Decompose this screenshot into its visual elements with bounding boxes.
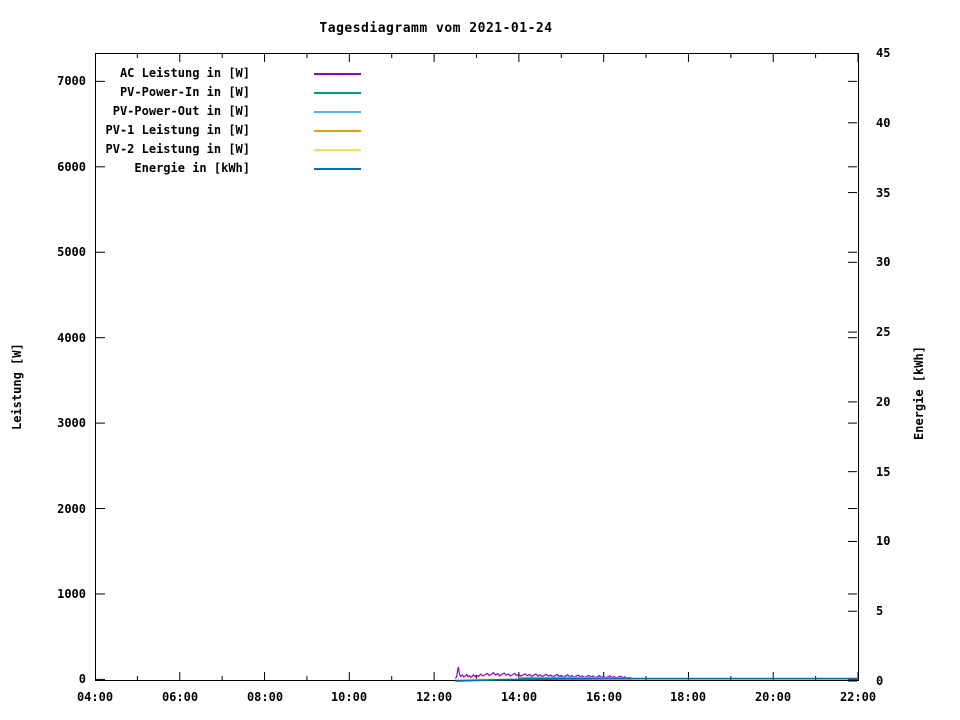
y-right-tick-45: 45 bbox=[876, 46, 920, 60]
y-right-tick-15: 15 bbox=[876, 465, 920, 479]
y-left-tick-1000: 1000 bbox=[24, 587, 86, 601]
x-tick-04:00: 04:00 bbox=[63, 690, 127, 704]
y-axis-right-label: Energie [kWh] bbox=[912, 346, 926, 440]
x-tick-22:00: 22:00 bbox=[826, 690, 890, 704]
x-tick-20:00: 20:00 bbox=[741, 690, 805, 704]
legend-label-4: PV-2 Leistung in [W] bbox=[95, 140, 250, 159]
legend-line-sample-2 bbox=[314, 111, 361, 113]
y-left-tick-6000: 6000 bbox=[24, 160, 86, 174]
x-tick-08:00: 08:00 bbox=[233, 690, 297, 704]
x-tick-14:00: 14:00 bbox=[487, 690, 551, 704]
legend-row-5: Energie in [kWh] bbox=[95, 159, 375, 178]
y-left-tick-2000: 2000 bbox=[24, 502, 86, 516]
y-right-tick-10: 10 bbox=[876, 534, 920, 548]
legend-line-sample-3 bbox=[314, 130, 361, 132]
legend-row-4: PV-2 Leistung in [W] bbox=[95, 140, 375, 159]
y-left-tick-0: 0 bbox=[24, 672, 86, 686]
y-right-tick-0: 0 bbox=[876, 674, 920, 688]
y-right-tick-25: 25 bbox=[876, 325, 920, 339]
chart-title: Tagesdiagramm vom 2021-01-24 bbox=[16, 21, 856, 36]
y-left-tick-5000: 5000 bbox=[24, 245, 86, 259]
legend-line-sample-4 bbox=[314, 149, 361, 151]
x-tick-16:00: 16:00 bbox=[572, 690, 636, 704]
y-right-tick-30: 30 bbox=[876, 255, 920, 269]
y-right-tick-5: 5 bbox=[876, 604, 920, 618]
legend-label-2: PV-Power-Out in [W] bbox=[95, 102, 250, 121]
legend: AC Leistung in [W]PV-Power-In in [W]PV-P… bbox=[95, 64, 375, 178]
y-left-tick-3000: 3000 bbox=[24, 416, 86, 430]
y-left-tick-7000: 7000 bbox=[24, 74, 86, 88]
legend-row-0: AC Leistung in [W] bbox=[95, 64, 375, 83]
y-right-tick-40: 40 bbox=[876, 116, 920, 130]
legend-row-2: PV-Power-Out in [W] bbox=[95, 102, 375, 121]
legend-label-3: PV-1 Leistung in [W] bbox=[95, 121, 250, 140]
series-line-0 bbox=[455, 667, 632, 679]
legend-line-sample-0 bbox=[314, 73, 361, 75]
y-right-tick-35: 35 bbox=[876, 186, 920, 200]
legend-label-0: AC Leistung in [W] bbox=[95, 64, 250, 83]
legend-label-1: PV-Power-In in [W] bbox=[95, 83, 250, 102]
chart-canvas: Tagesdiagramm vom 2021-01-24 Leistung [W… bbox=[0, 0, 960, 720]
legend-label-5: Energie in [kWh] bbox=[95, 159, 250, 178]
x-tick-12:00: 12:00 bbox=[402, 690, 466, 704]
legend-row-3: PV-1 Leistung in [W] bbox=[95, 121, 375, 140]
y-left-tick-4000: 4000 bbox=[24, 331, 86, 345]
x-tick-06:00: 06:00 bbox=[148, 690, 212, 704]
x-tick-10:00: 10:00 bbox=[317, 690, 381, 704]
x-tick-18:00: 18:00 bbox=[656, 690, 720, 704]
legend-row-1: PV-Power-In in [W] bbox=[95, 83, 375, 102]
y-axis-left-label: Leistung [W] bbox=[10, 343, 24, 430]
y-right-tick-20: 20 bbox=[876, 395, 920, 409]
legend-line-sample-5 bbox=[314, 168, 361, 170]
legend-line-sample-1 bbox=[314, 92, 361, 94]
